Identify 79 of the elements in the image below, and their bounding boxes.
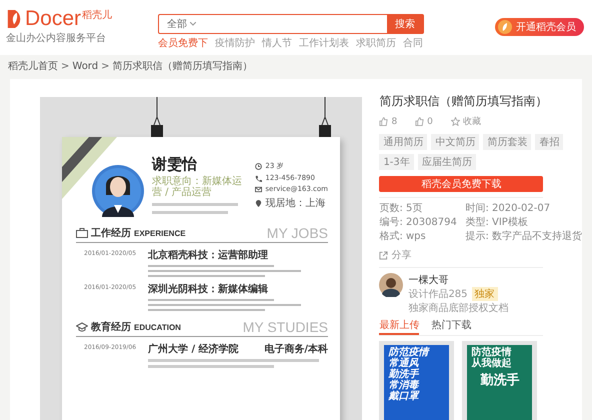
poster-text: 防范疫情: [388, 347, 431, 358]
section-title: 教育经历: [91, 320, 131, 334]
mail-icon: [255, 186, 262, 192]
briefcase-icon: [76, 228, 88, 238]
hot-word-link[interactable]: 求职简历: [356, 36, 396, 50]
hot-word-link[interactable]: 情人节: [262, 36, 292, 50]
graduation-cap-icon: [76, 322, 88, 332]
section-title-english: EDUCATION: [134, 322, 181, 332]
share-link[interactable]: 分享: [379, 248, 582, 262]
entry-heading: 北京稻壳科技：运营部助理: [148, 248, 268, 262]
clock-icon: [255, 162, 262, 170]
info-text: 时间: 2020-02-07: [465, 202, 552, 215]
contact-text: 现居地：上海: [265, 196, 326, 210]
poster-text: 勤洗手: [388, 369, 420, 380]
hot-word-link[interactable]: 疫情防护: [215, 36, 255, 50]
entry-heading: 广州大学 / 经济学院: [148, 342, 239, 356]
logo-tagline: 金山办公内容服务平台: [6, 32, 107, 45]
binder-clip-icon: [318, 97, 332, 137]
hot-word-link[interactable]: 会员免费下: [158, 36, 208, 50]
breadcrumb-link[interactable]: Word: [72, 60, 98, 72]
poster-text: 勤洗手: [479, 373, 520, 388]
tag-chip[interactable]: 中文简历: [431, 134, 480, 150]
poster-text: 从我做起: [471, 358, 512, 369]
download-button[interactable]: 稻壳会员免费下载: [379, 176, 544, 192]
search-scope-dropdown[interactable]: 全部: [159, 15, 204, 33]
tag-chip[interactable]: 简历套装: [483, 134, 532, 150]
info-text: 页数: 5页: [379, 202, 424, 215]
thumbs-up-icon[interactable]: [379, 117, 388, 126]
poster-text: 常通风: [388, 358, 419, 369]
entry-heading: 深圳光阴科技：新媒体编辑: [148, 282, 268, 296]
exclusive-badge: 独家: [472, 287, 498, 301]
thumbs-up-icon[interactable]: [415, 117, 424, 126]
stat-count: 0: [427, 116, 433, 126]
poster-text: 防范疫情: [471, 347, 512, 358]
author-name[interactable]: 一棵大哥: [408, 273, 508, 287]
resume-name: 谢雯怡: [152, 155, 198, 174]
leaf-icon: [498, 20, 512, 34]
poster-text: 常消毒: [388, 380, 420, 391]
binder-clip-icon: [150, 97, 164, 137]
stat-count: 8: [391, 116, 398, 126]
breadcrumb-link[interactable]: 稻壳儿首页: [8, 59, 58, 73]
search-field[interactable]: 全部 搜索: [158, 14, 424, 34]
info-text: 类型: VIP模板: [465, 216, 529, 229]
breadcrumb-separator: >: [61, 60, 70, 72]
tag-chip[interactable]: 春招: [535, 134, 564, 150]
stat-count: 收藏: [462, 116, 481, 128]
section-title: 工作经历: [91, 226, 131, 240]
share-icon: [379, 250, 388, 260]
template-thumbnail[interactable]: 防范疫情 常通风 勤洗手 常消毒 戴口罩: [379, 341, 454, 420]
section-watermark: MY STUDIES: [242, 319, 328, 335]
breadcrumb-link[interactable]: 简历求职信（赠简历填写指南）: [112, 59, 252, 73]
info-text: 编号: 20308794: [379, 216, 458, 229]
hot-word-link[interactable]: 工作计划表: [299, 36, 349, 50]
location-pin-icon: [255, 200, 262, 206]
search-button[interactable]: 搜索: [387, 15, 423, 33]
works-count: 设计作品285: [408, 288, 468, 301]
tag-chip[interactable]: 1-3年: [379, 154, 414, 170]
vip-button[interactable]: 开通稻壳会员: [495, 18, 584, 36]
job-objective: 求职意向：新媒体运营 / 产品运营: [152, 176, 243, 198]
info-text: 格式: wps: [379, 230, 427, 243]
info-text: 提示: 数字产品不支持退货: [465, 230, 582, 243]
breadcrumb-separator: >: [101, 60, 110, 72]
hot-word-link[interactable]: 合同: [403, 36, 423, 50]
logo-text: Docer: [25, 8, 82, 30]
tag-chip[interactable]: 通用简历: [379, 134, 428, 150]
section-title-english: EXPERIENCE: [134, 228, 186, 238]
star-icon[interactable]: [450, 117, 460, 126]
phone-icon: [255, 174, 262, 182]
entry-degree: 电子商务/本科: [264, 342, 328, 356]
poster-text: 戴口罩: [388, 391, 420, 402]
caret-icon: [190, 22, 196, 26]
author-note: 独家商品底部授权文档: [408, 302, 508, 315]
tag-chip[interactable]: 应届生简历: [418, 154, 476, 170]
list-tab[interactable]: 热门下载: [431, 318, 472, 335]
template-title: 简历求职信（赠简历填写指南）: [379, 93, 548, 110]
list-tab[interactable]: 最新上传: [379, 318, 420, 335]
logo-chinese-text: 稻壳儿: [82, 8, 112, 22]
template-thumbnail[interactable]: 防范疫情 从我做起 勤洗手: [462, 341, 538, 420]
section-watermark: MY JOBS: [266, 225, 328, 241]
